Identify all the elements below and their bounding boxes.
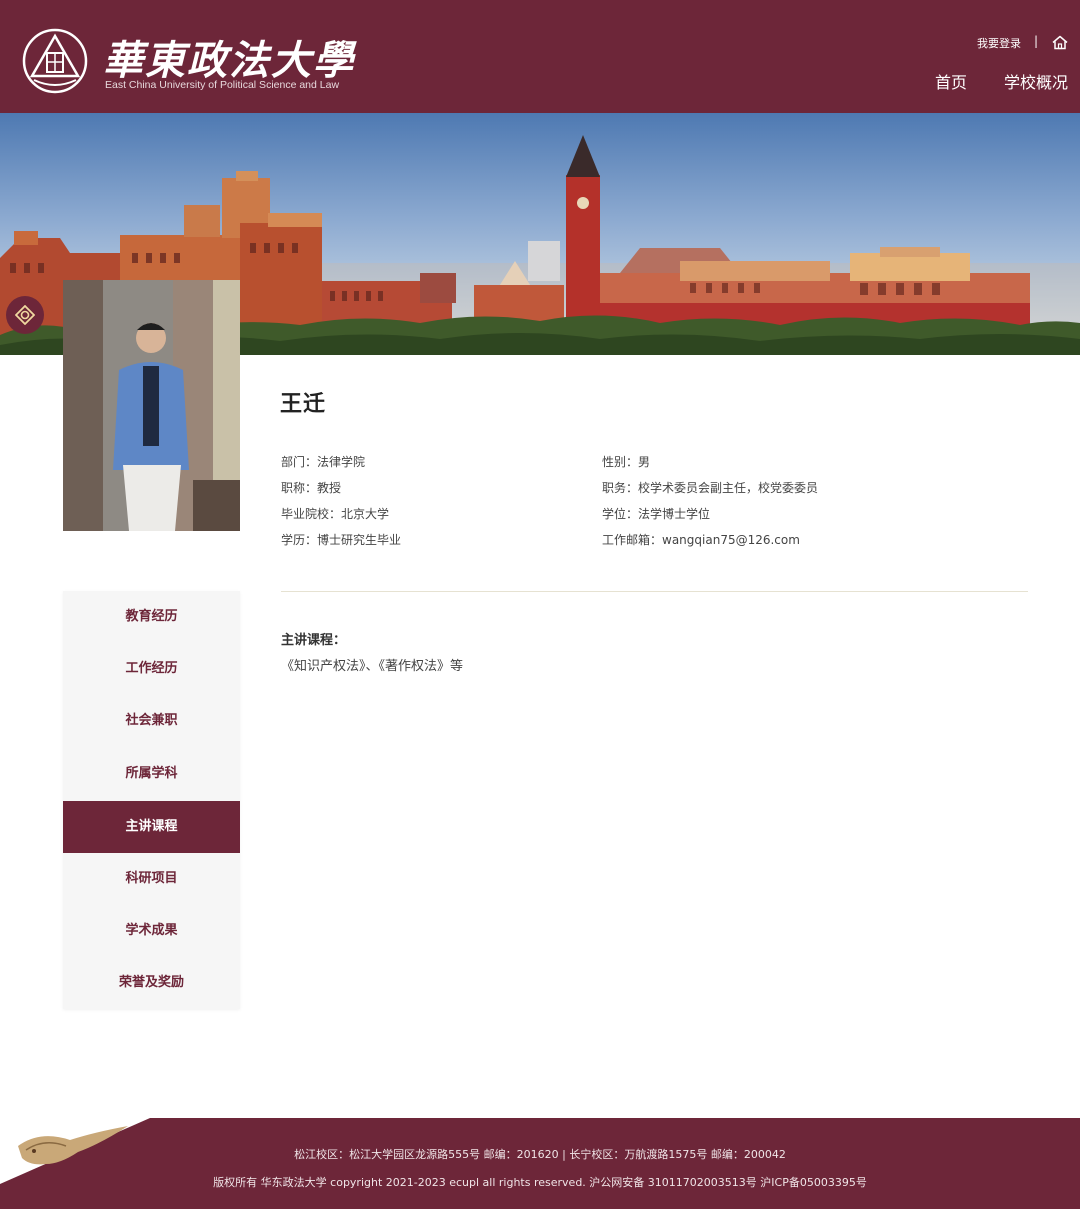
info-position: 职务：校学术委员会副主任，校党委委员	[602, 479, 818, 496]
banner-badge[interactable]	[6, 296, 44, 334]
sidebar-item-discipline[interactable]: 所属学科	[63, 748, 240, 800]
sidebar-item-work-experience[interactable]: 工作经历	[63, 643, 240, 695]
sidebar-item-honors[interactable]: 荣誉及奖励	[63, 957, 240, 1009]
info-value: 男	[638, 455, 651, 469]
section-title: 主讲课程：	[281, 633, 347, 648]
info-title: 职称：教授	[281, 479, 341, 496]
info-degree: 学位：法学博士学位	[602, 505, 710, 522]
sidebar-item-courses[interactable]: 主讲课程	[63, 801, 240, 853]
info-value: 北京大学	[341, 507, 390, 521]
banner-badge-icon	[15, 305, 35, 325]
person-name: 王迁	[280, 392, 327, 417]
footer-dragon-icon	[0, 1118, 150, 1184]
nav-about-school[interactable]: 学校概况	[1004, 69, 1068, 93]
info-value: 法律学院	[317, 455, 366, 469]
info-label: 职称：	[281, 481, 318, 495]
info-label: 学历：	[281, 533, 318, 547]
info-value: 校学术委员会副主任，校党委委员	[638, 481, 819, 495]
footer-copyright: 版权所有 华东政法大学 copyright 2021-2023 ecupl al…	[213, 1176, 867, 1189]
sidebar-item-academic-output[interactable]: 学术成果	[63, 905, 240, 957]
info-value: 教授	[317, 481, 342, 495]
email-link[interactable]: wangqian75@126.com	[662, 533, 800, 547]
login-link[interactable]: 我要登录	[977, 35, 1021, 51]
footer-addresses: 松江校区：松江大学园区龙源路555号 邮编：201620 | 长宁校区：万航渡路…	[294, 1148, 786, 1161]
home-icon[interactable]	[1052, 35, 1068, 50]
profile-photo	[63, 280, 240, 531]
info-education: 学历：博士研究生毕业	[281, 531, 401, 548]
sidebar-item-education[interactable]: 教育经历	[63, 591, 240, 643]
info-label: 工作邮箱：	[602, 533, 663, 547]
info-value: 法学博士学位	[638, 507, 711, 521]
info-gender: 性别：男	[602, 453, 650, 470]
info-label: 部门：	[281, 455, 318, 469]
info-department: 部门：法律学院	[281, 453, 365, 470]
info-label: 性别：	[602, 455, 639, 469]
logo-english-name: East China University of Political Scien…	[105, 79, 340, 91]
profile-sidebar-nav: 教育经历 工作经历 社会兼职 所属学科 主讲课程 科研项目 学术成果 荣誉及奖励	[63, 591, 240, 1009]
site-header: 華東政法大學 East China University of Politica…	[0, 0, 1080, 113]
info-label: 职务：	[602, 481, 639, 495]
section-divider	[281, 591, 1028, 592]
info-label: 学位：	[602, 507, 639, 521]
nav-home[interactable]: 首页	[935, 69, 967, 93]
header-separator: |	[1034, 34, 1039, 48]
university-emblem-icon[interactable]	[22, 28, 88, 94]
info-label: 毕业院校：	[281, 507, 342, 521]
sidebar-item-research-projects[interactable]: 科研项目	[63, 853, 240, 905]
info-value: 博士研究生毕业	[317, 533, 402, 547]
logo-chinese-name[interactable]: 華東政法大學	[103, 28, 355, 86]
info-email: 工作邮箱：wangqian75@126.com	[602, 531, 800, 548]
info-graduated-from: 毕业院校：北京大学	[281, 505, 389, 522]
sidebar-item-social-positions[interactable]: 社会兼职	[63, 695, 240, 747]
site-footer: 松江校区：松江大学园区龙源路555号 邮编：201620 | 长宁校区：万航渡路…	[0, 1118, 1080, 1209]
section-body: 《知识产权法》、《著作权法》等	[281, 659, 464, 674]
